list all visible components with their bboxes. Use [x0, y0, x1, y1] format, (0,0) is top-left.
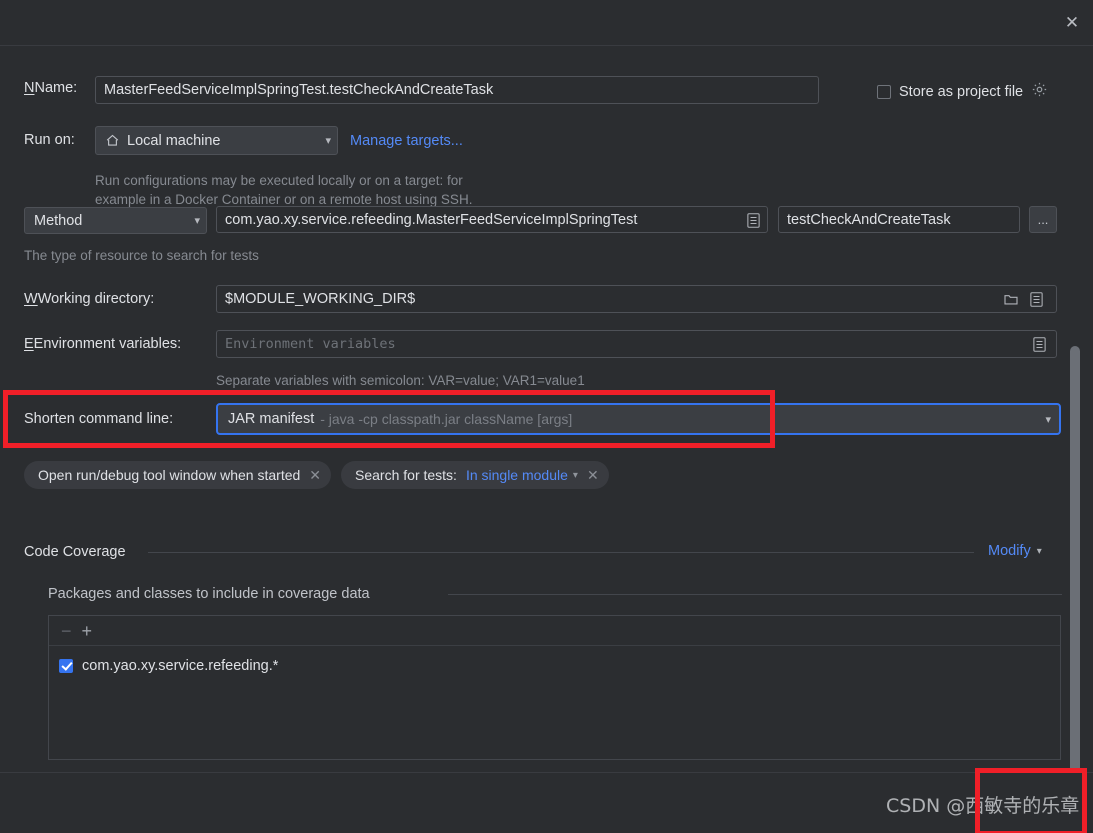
- chevron-down-icon: ▾: [194, 215, 200, 227]
- vertical-scrollbar[interactable]: [1070, 346, 1080, 790]
- run-on-label: Run on:: [24, 132, 75, 148]
- store-as-project-file-checkbox[interactable]: [877, 85, 891, 99]
- chevron-down-icon: ▾: [325, 135, 331, 147]
- code-coverage-modify-label: Modify: [988, 543, 1031, 559]
- name-label: N Name:: [24, 80, 78, 96]
- environment-variables-label: E Environment variables:: [24, 336, 182, 352]
- manage-targets-link[interactable]: Manage targets...: [350, 133, 463, 149]
- working-directory-actions: [1000, 286, 1047, 312]
- working-directory-label-text: Working directory:: [37, 291, 155, 307]
- close-icon[interactable]: ✕: [309, 467, 321, 484]
- list-browse-icon[interactable]: [742, 207, 764, 233]
- test-kind-hint: The type of resource to search for tests: [24, 248, 259, 263]
- shorten-command-line-label: Shorten command line:: [24, 412, 173, 427]
- test-method-input[interactable]: testCheckAndCreateTask: [778, 206, 1020, 233]
- list-browse-icon[interactable]: [1028, 331, 1050, 357]
- working-directory-input[interactable]: $MODULE_WORKING_DIR$: [216, 285, 1057, 313]
- chip-open-tool-window[interactable]: Open run/debug tool window when started …: [24, 461, 332, 489]
- test-class-input[interactable]: com.yao.xy.service.refeeding.MasterFeedS…: [216, 206, 768, 233]
- environment-variables-input[interactable]: Environment variables: [216, 330, 1057, 358]
- environment-variables-label-text: Environment variables:: [33, 336, 182, 352]
- packages-section-title: Packages and classes to include in cover…: [48, 586, 378, 602]
- test-class-value: com.yao.xy.service.refeeding.MasterFeedS…: [225, 211, 638, 228]
- shorten-command-line-detail: - java -cp classpath.jar className [args…: [320, 411, 573, 427]
- chip-label: Search for tests:: [355, 467, 457, 483]
- packages-list-panel: − + com.yao.xy.service.refeeding.*: [48, 615, 1061, 760]
- shorten-command-line-label-text: Shorten command line:: [24, 411, 174, 427]
- gear-icon[interactable]: [1031, 81, 1048, 103]
- test-method-value: testCheckAndCreateTask: [787, 211, 951, 228]
- packages-toolbar: − +: [49, 616, 1060, 646]
- chip-label: Open run/debug tool window when started: [38, 467, 301, 483]
- run-on-hint-line1: Run configurations may be executed local…: [95, 173, 463, 188]
- chevron-down-icon[interactable]: ▾: [573, 470, 578, 481]
- close-icon[interactable]: ✕: [587, 467, 599, 484]
- code-coverage-modify-button[interactable]: Modify ▾: [988, 543, 1042, 559]
- environment-variables-actions: [1028, 331, 1050, 357]
- run-on-target-value: Local machine: [127, 132, 221, 149]
- run-debug-configuration-dialog: ✕ N Name: MasterFeedServiceImplSpringTest…: [0, 0, 1093, 833]
- test-kind-combo[interactable]: Method ▾: [24, 207, 207, 234]
- name-input-value: MasterFeedServiceImplSpringTest.testChec…: [104, 82, 494, 98]
- code-coverage-title: Code Coverage: [24, 544, 134, 560]
- test-method-browse-button[interactable]: ...: [1029, 206, 1057, 233]
- option-chips: Open run/debug tool window when started …: [24, 461, 609, 489]
- minus-icon[interactable]: −: [61, 622, 72, 640]
- plus-icon[interactable]: +: [82, 622, 93, 640]
- dialog-titlebar: ✕: [0, 0, 1093, 45]
- titlebar-divider: [0, 45, 1093, 46]
- package-pattern-label: com.yao.xy.service.refeeding.*: [82, 658, 279, 674]
- test-kind-value: Method: [34, 212, 83, 229]
- packages-section-separator: [448, 594, 1062, 595]
- packages-list: com.yao.xy.service.refeeding.*: [49, 647, 1060, 677]
- home-icon: [105, 133, 120, 148]
- shorten-command-line-combo[interactable]: JAR manifest - java -cp classpath.jar cl…: [216, 403, 1061, 435]
- chevron-down-icon: ▾: [1045, 413, 1051, 426]
- chevron-down-icon: ▾: [1036, 545, 1042, 557]
- watermark: CSDN @西敏寺的乐章: [886, 795, 1080, 817]
- name-label-text: Name:: [34, 80, 78, 96]
- list-browse-icon[interactable]: [1025, 286, 1047, 312]
- list-item[interactable]: com.yao.xy.service.refeeding.*: [59, 655, 1060, 677]
- working-directory-value: $MODULE_WORKING_DIR$: [225, 291, 416, 307]
- folder-icon[interactable]: [1000, 286, 1022, 312]
- shorten-command-line-value: JAR manifest: [228, 411, 315, 427]
- store-as-project-file-label: Store as project file: [899, 83, 1024, 100]
- name-input[interactable]: MasterFeedServiceImplSpringTest.testChec…: [95, 76, 819, 104]
- code-coverage-separator: [148, 552, 974, 553]
- environment-variables-hint: Separate variables with semicolon: VAR=v…: [216, 373, 585, 388]
- chip-value[interactable]: In single module: [466, 467, 568, 483]
- run-on-hint-line2: example in a Docker Container or on a re…: [95, 192, 473, 207]
- run-on-target-combo[interactable]: Local machine ▾: [95, 126, 338, 155]
- store-as-project-file-row[interactable]: Store as project file: [877, 81, 1048, 103]
- working-directory-label: W Working directory:: [24, 291, 155, 307]
- chip-search-for-tests[interactable]: Search for tests: In single module ▾ ✕: [341, 461, 609, 489]
- package-include-checkbox[interactable]: [59, 659, 73, 673]
- close-icon[interactable]: ✕: [1057, 8, 1087, 38]
